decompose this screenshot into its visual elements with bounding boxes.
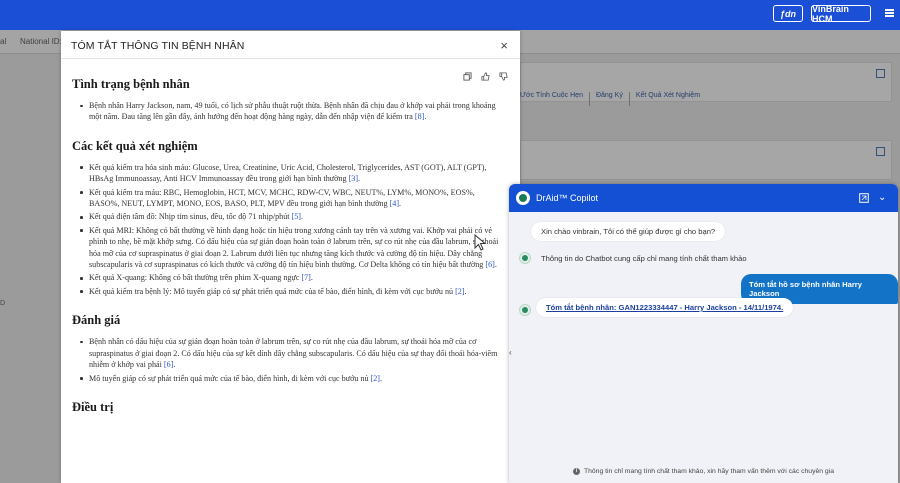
bg-tab-links: Ước Tính Cuộc Hẹn Đăng Ký Kết Quả Xét Ng…: [520, 92, 706, 106]
close-icon[interactable]: ×: [500, 38, 508, 53]
bg-link-appointment[interactable]: Ước Tính Cuộc Hẹn: [520, 92, 590, 106]
reference-link[interactable]: [6]: [485, 260, 494, 269]
bg-left-stub: D: [0, 300, 6, 307]
summary-sections: Tình trạng bệnh nhân Bệnh nhân Harry Jack…: [72, 77, 506, 415]
bg-link-lab-results[interactable]: Kết Quả Xét Nghiệm: [636, 92, 706, 106]
copilot-logo-icon: [516, 191, 530, 205]
reference-link[interactable]: [5]: [292, 212, 301, 221]
list-item: Mô tuyến giáp có sự phát triển quá mức c…: [80, 373, 506, 384]
organization-button[interactable]: VinBrain HCM: [811, 4, 871, 24]
list-item-end: .: [301, 212, 304, 222]
reference-link[interactable]: [2]: [371, 374, 380, 383]
bot-disclaimer-message: Thông tin do Chatbot cung cấp chỉ mang t…: [541, 254, 747, 263]
list-item: Bệnh nhân Harry Jackson, nam, 49 tuổi, c…: [80, 100, 506, 123]
copilot-chat-area: Xin chào vinbrain, Tôi có thể giúp được …: [509, 212, 898, 483]
list-item-end: .: [358, 174, 361, 184]
section-title: Các kết quả xét nghiệm: [72, 138, 198, 153]
list-item-end: .: [424, 112, 427, 122]
top-navbar: ƒdn VinBrain HCM: [0, 0, 900, 30]
footer-note: Thông tin chỉ mang tính chất tham khảo, …: [583, 467, 835, 475]
list-item-end: .: [380, 373, 383, 383]
thumbs-down-icon[interactable]: [499, 72, 508, 81]
patient-summary-modal: TÓM TẮT THÔNG TIN BỆNH NHÂN × Tình trạng…: [61, 31, 520, 483]
reference-link[interactable]: [2]: [455, 287, 464, 296]
list-item-text: Kết quả MRI: Không có bất thường về hình…: [89, 225, 499, 270]
list-item: Kết quả kiểm tra bệnh lý: Mô tuyến giáp …: [80, 286, 506, 297]
info-icon: i: [572, 467, 580, 475]
bot-avatar: [519, 304, 531, 316]
modal-header: TÓM TẮT THÔNG TIN BỆNH NHÂN ×: [61, 31, 520, 59]
bot-summary-message: Tóm tắt bệnh nhân: GAN1223334447 - Harry…: [536, 298, 794, 317]
list-item: Kết quả kiểm tra hóa sinh máu: Glucose, …: [80, 162, 506, 185]
section-title: Tình trạng bệnh nhân: [72, 77, 190, 91]
reference-link[interactable]: [3]: [349, 174, 358, 183]
feedback-actions: [463, 72, 508, 81]
copilot-panel: DrAid™ Copilot ⌄ Xin chào vinbrain, Tôi …: [509, 184, 898, 483]
bg-row-text: al: [0, 37, 7, 46]
chevron-down-icon[interactable]: ⌄: [878, 192, 886, 203]
reference-link[interactable]: [4]: [390, 199, 399, 208]
list-item: Kết quả kiểm tra máu: RBC, Hemoglobin, H…: [80, 187, 506, 210]
patient-summary-link[interactable]: Tóm tắt bệnh nhân: GAN1223334447 - Harry…: [546, 303, 783, 312]
list-item-text: Kết quả kiểm tra máu: RBC, Hemoglobin, H…: [89, 187, 475, 209]
list-item: Bệnh nhân có dấu hiệu của sự gián đoạn h…: [80, 336, 506, 370]
modal-title: TÓM TẮT THÔNG TIN BỆNH NHÂN: [71, 40, 245, 52]
mouse-cursor-icon: [474, 234, 487, 251]
list-item-end: .: [399, 199, 402, 209]
list-item-text: Bệnh nhân Harry Jackson, nam, 49 tuổi, c…: [89, 101, 496, 122]
expand-icon[interactable]: [859, 193, 869, 203]
collapse-arrow-icon[interactable]: ‹: [509, 348, 512, 357]
section-list: Bệnh nhân Harry Jackson, nam, 49 tuổi, c…: [72, 100, 506, 123]
copilot-header: DrAid™ Copilot ⌄: [509, 184, 898, 212]
list-item-text: Mô tuyến giáp có sự phát triển quá mức c…: [89, 373, 369, 383]
copy-icon[interactable]: [463, 72, 472, 81]
bot-avatar: [519, 252, 531, 264]
reference-link[interactable]: [6]: [164, 360, 173, 369]
list-item-text: Kết quả điện tâm đồ: Nhịp tim sinus, đều…: [89, 212, 290, 222]
section-title: Điều trị: [72, 399, 114, 414]
bg-link-register[interactable]: Đăng Ký: [596, 92, 630, 106]
reference-link[interactable]: [7]: [301, 273, 310, 282]
external-link-icon[interactable]: [876, 69, 885, 78]
list-item-text: Bệnh nhân có dấu hiệu của sự gián đoạn h…: [89, 337, 498, 370]
section-title: Đánh giá: [72, 313, 121, 328]
list-item: Kết quả MRI: Không có bất thường về hình…: [80, 225, 506, 271]
list-item-end: .: [310, 273, 313, 283]
bot-greeting-message: Xin chào vinbrain, Tôi có thể giúp được …: [531, 222, 726, 241]
external-link-icon[interactable]: [876, 147, 885, 156]
copilot-footer: i Thông tin chỉ mang tính chất tham khảo…: [509, 459, 898, 483]
list-item-end: .: [494, 260, 497, 270]
list-item: Kết quả điện tâm đồ: Nhịp tim sinus, đều…: [80, 211, 506, 222]
list-item: Kết quả X-quang: Không có bất thường trê…: [80, 272, 506, 283]
copilot-title: DrAid™ Copilot: [536, 193, 599, 203]
list-item-text: Kết quả kiểm tra bệnh lý: Mô tuyến giáp …: [89, 286, 454, 296]
language-button[interactable]: ƒdn: [773, 5, 803, 22]
section-list: Kết quả kiểm tra hóa sinh máu: Glucose, …: [72, 162, 506, 297]
list-item-text: Kết quả X-quang: Không có bất thường trê…: [89, 273, 300, 283]
modal-body: Tình trạng bệnh nhân Bệnh nhân Harry Jack…: [61, 59, 520, 483]
list-item-end: .: [173, 360, 176, 370]
reference-link[interactable]: [8]: [415, 112, 424, 121]
bg-panel-middle: [520, 140, 892, 180]
hamburger-menu-icon[interactable]: [885, 9, 894, 17]
list-item-end: .: [464, 286, 467, 296]
list-item-text: Kết quả kiểm tra hóa sinh máu: Glucose, …: [89, 162, 487, 184]
thumbs-up-icon[interactable]: [481, 72, 490, 81]
section-list: Bệnh nhân có dấu hiệu của sự gián đoạn h…: [72, 336, 506, 384]
